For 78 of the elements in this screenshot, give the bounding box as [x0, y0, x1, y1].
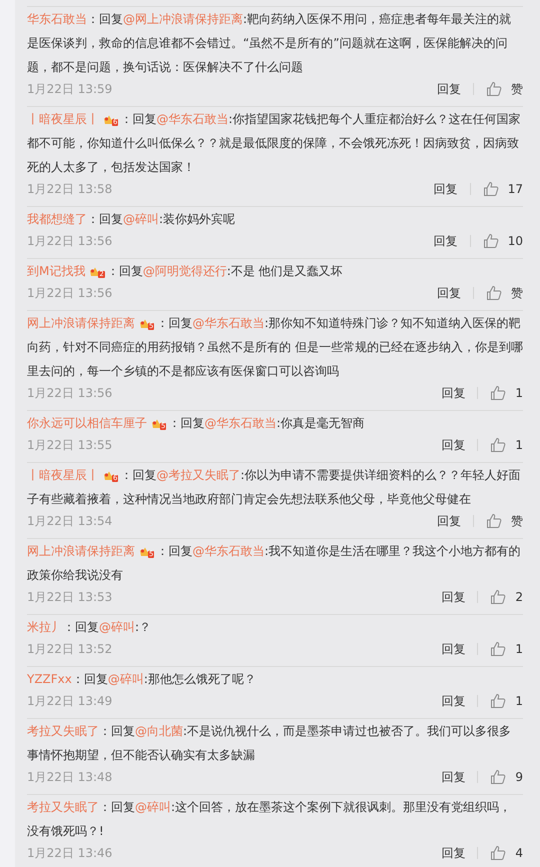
author-link[interactable]: 网上冲浪请保持距离 [27, 544, 135, 558]
author-link[interactable]: 米拉丿 [27, 620, 63, 634]
reply-button[interactable]: 回复 [434, 180, 458, 198]
mention-link[interactable]: @碎叫 [135, 800, 171, 814]
comment-text: 考拉又失眠了：回复@向北菌:不是说仇视什么，而是墨茶申请过也被否了。我们可以多很多事情怀抱期望，但不能否认确实有太多缺漏 [27, 723, 512, 764]
reply-button[interactable]: 回复 [441, 384, 466, 402]
comment-time: 1月22日 13:54 [27, 512, 112, 530]
thumbs-up-icon[interactable] [482, 181, 499, 197]
mention-link[interactable]: @网上冲浪请保持距离 [123, 12, 243, 26]
like-count: 2 [515, 590, 523, 604]
thumbs-up-icon[interactable] [482, 233, 499, 249]
comment-time: 1月22日 13:46 [27, 844, 112, 862]
author-link[interactable]: 华东石敢当 [27, 12, 87, 26]
reply-button[interactable]: 回复 [441, 692, 466, 710]
like-count: 9 [515, 770, 523, 784]
comment-time: 1月22日 13:58 [27, 180, 112, 198]
like-count: 17 [508, 182, 523, 196]
mention-link[interactable]: @碎叫 [108, 672, 144, 686]
author-link[interactable]: 丨暗夜星辰丨 [27, 112, 99, 126]
author-link[interactable]: 丨暗夜星辰丨 [27, 468, 99, 482]
author-link[interactable]: 你永远可以相信车厘子 [27, 416, 147, 430]
author-link[interactable]: 考拉又失眠了 [27, 724, 99, 738]
comment-time: 1月22日 13:48 [27, 768, 112, 786]
mention-link[interactable]: @碎叫 [99, 620, 135, 634]
like-count: 10 [508, 234, 523, 248]
comment-time: 1月22日 13:59 [27, 80, 112, 98]
author-link[interactable]: YZZFxx [27, 672, 72, 686]
reply-button[interactable]: 回复 [437, 512, 461, 530]
thumbs-up-icon[interactable] [486, 285, 502, 301]
mention-link[interactable]: @华东石敢当 [192, 544, 264, 558]
reply-button[interactable]: 回复 [441, 640, 466, 658]
comment-text: YZZFxx：回复@碎叫:那他怎么饿死了呢？ [27, 671, 257, 688]
comment-text: 我都想缝了：回复@碎叫:装你妈外宾呢 [27, 211, 236, 228]
comment-time: 1月22日 13:55 [27, 436, 112, 454]
comment-text: 米拉丿：回复@碎叫:？ [27, 619, 152, 636]
reply-button[interactable]: 回复 [441, 768, 466, 786]
like-count: 赞 [511, 284, 523, 302]
mention-link[interactable]: @阿明觉得还行 [142, 264, 227, 278]
reply-button[interactable]: 回复 [441, 844, 466, 862]
author-link[interactable]: 考拉又失眠了 [27, 800, 99, 814]
like-count: 赞 [511, 512, 523, 530]
thumbs-up-icon[interactable] [486, 513, 502, 529]
like-count: 4 [515, 846, 523, 860]
mention-link[interactable]: @华东石敢当 [156, 112, 228, 126]
thumbs-up-icon[interactable] [490, 693, 506, 709]
comment-time: 1月22日 13:49 [27, 692, 112, 710]
comment-time: 1月22日 13:52 [27, 640, 112, 658]
mention-link[interactable]: @碎叫 [123, 212, 159, 226]
like-count: 赞 [511, 80, 523, 98]
comment-text: 考拉又失眠了：回复@碎叫:这个回答，放在墨茶这个案例下就很讽刺。那里没有党组织吗，没有饿死吗？! [27, 799, 512, 840]
thumbs-up-icon[interactable] [490, 437, 506, 453]
reply-button[interactable]: 回复 [437, 284, 461, 302]
reply-button[interactable]: 回复 [441, 436, 466, 454]
thumbs-up-icon[interactable] [490, 589, 506, 605]
comment-time: 1月22日 13:56 [27, 384, 112, 402]
mention-link[interactable]: @向北菌 [135, 724, 183, 738]
reply-button[interactable]: 回复 [437, 80, 461, 98]
author-link[interactable]: 到M记找我 [27, 264, 86, 278]
reply-button[interactable]: 回复 [434, 232, 458, 250]
like-count: 1 [515, 694, 523, 708]
comment-time: 1月22日 13:53 [27, 588, 112, 606]
thumbs-up-icon[interactable] [486, 81, 502, 97]
mention-link[interactable]: @华东石敢当 [192, 316, 264, 330]
thumbs-up-icon[interactable] [490, 385, 506, 401]
like-count: 1 [515, 438, 523, 452]
reply-button[interactable]: 回复 [441, 588, 466, 606]
mention-link[interactable]: @华东石敢当 [204, 416, 276, 430]
thumbs-up-icon[interactable] [490, 769, 506, 785]
thumbs-up-icon[interactable] [490, 845, 506, 861]
thumbs-up-icon[interactable] [490, 641, 506, 657]
like-count: 1 [515, 642, 523, 656]
author-link[interactable]: 我都想缝了 [27, 212, 87, 226]
mention-link[interactable]: @考拉又失眠了 [156, 468, 240, 482]
like-count: 1 [515, 386, 523, 400]
comment-time: 1月22日 13:56 [27, 232, 112, 250]
author-link[interactable]: 网上冲浪请保持距离 [27, 316, 135, 330]
comment-text: 华东石敢当：回复@网上冲浪请保持距离:靶向药纳入医保不用问，癌症患者每年最关注的就是医保谈判，救命的信息谁都不会错过。“虽然不是所有的”问题就在这啊，医保能解决的问题，都不是问题，换句话说：医保解决不了什么问题 [27, 11, 512, 76]
comment-time: 1月22日 13:56 [27, 284, 112, 302]
